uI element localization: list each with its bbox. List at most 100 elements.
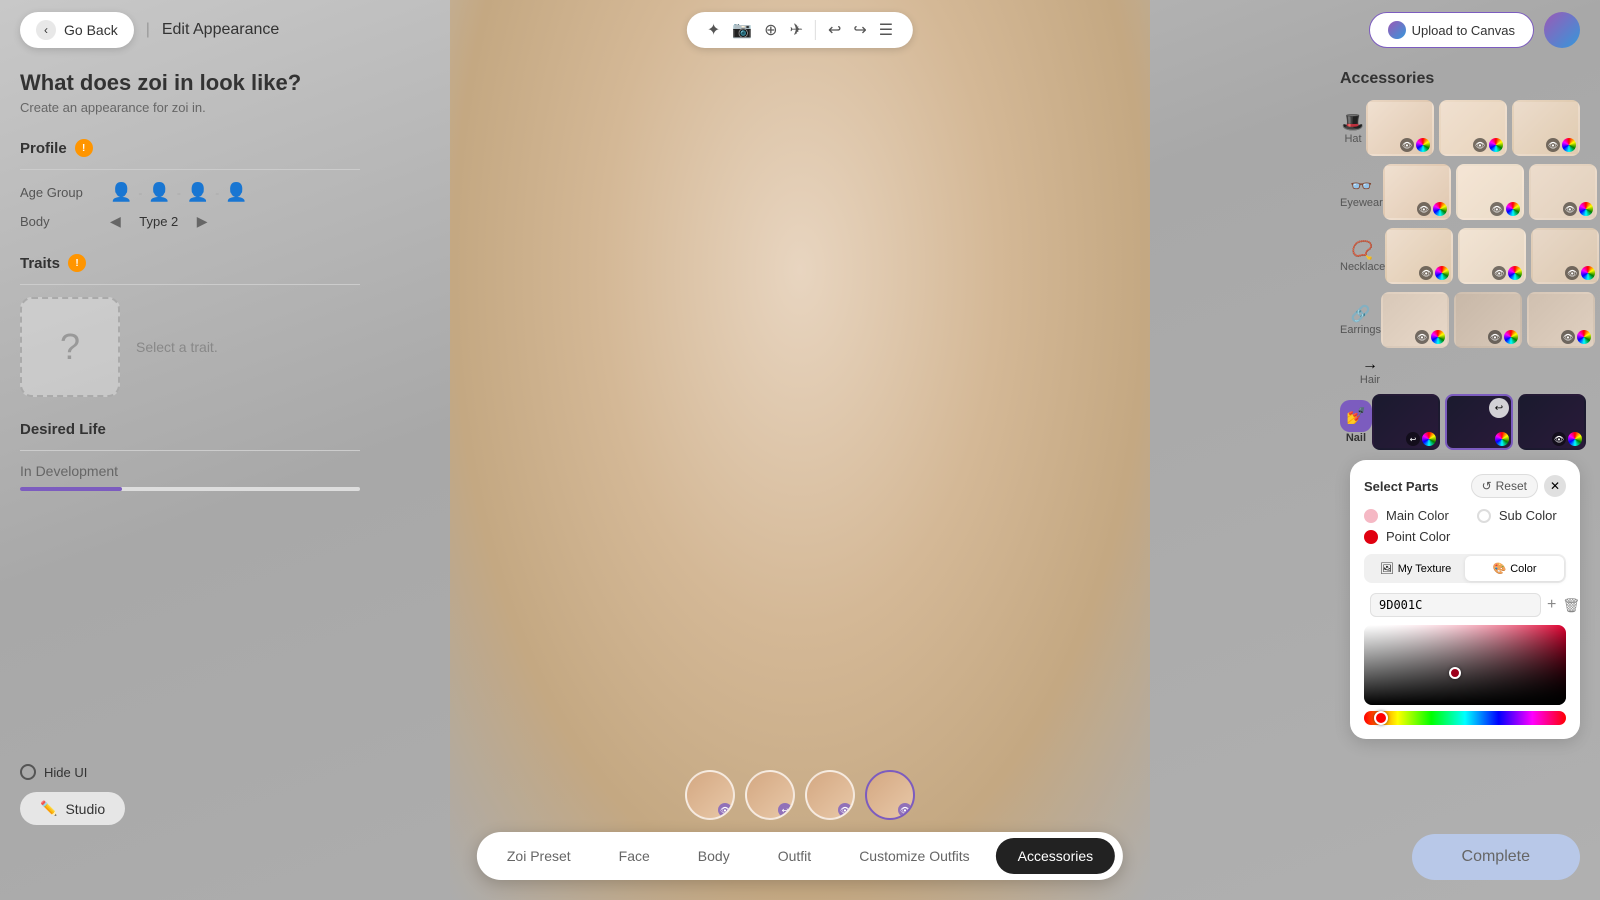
separator: | (146, 21, 150, 39)
transform-icon[interactable]: ✈ (790, 20, 803, 40)
age-senior-icon[interactable]: 👤 (225, 182, 247, 203)
studio-button[interactable]: ✏️ Studio (20, 792, 125, 825)
eyewear-item-3[interactable]: 👁 (1529, 164, 1597, 220)
top-bar: ‹ Go Back | Edit Appearance ✦ 📷 ⊕ ✈ ↩ ↪ … (0, 0, 1600, 60)
age-adult-icon[interactable]: 👤 (187, 182, 209, 203)
texture-tabs: 🖼 My Texture 🎨 Color (1364, 554, 1566, 583)
preview-thumb-3[interactable]: 👁 (805, 770, 855, 820)
nail-row: 💅 Nail ↩ ↩ 👁 (1340, 394, 1580, 450)
main-color-row: Main Color Sub Color (1364, 508, 1566, 523)
necklace-item-1[interactable]: 👁 (1385, 228, 1453, 284)
nail-item-3[interactable]: 👁 (1518, 394, 1586, 450)
body-next-button[interactable]: ▶ (197, 213, 208, 230)
nail-item-1[interactable]: ↩ (1372, 394, 1440, 450)
hair-nav-item[interactable]: → Hair (1340, 356, 1400, 386)
earrings-item-1[interactable]: 👁 (1381, 292, 1449, 348)
menu-icon[interactable]: ☰ (879, 20, 893, 40)
nail-selected-check: ↩ (1489, 398, 1509, 418)
hat-item-2[interactable]: 👁 (1439, 100, 1507, 156)
hat-item-3[interactable]: 👁 (1512, 100, 1580, 156)
tab-outfit[interactable]: Outfit (756, 838, 833, 874)
reset-label: Reset (1496, 479, 1527, 493)
point-color-radio[interactable] (1364, 530, 1378, 544)
desired-life-section: Desired Life In Development (20, 421, 360, 491)
back-button[interactable]: ‹ Go Back (20, 12, 134, 48)
earrings-nav-item[interactable]: 🔗 Earrings (1340, 304, 1381, 336)
eye-badge-2: 👁 (1473, 138, 1487, 152)
hue-bar[interactable] (1364, 711, 1566, 725)
progress-bar-container (20, 487, 360, 491)
hue-thumb[interactable] (1374, 711, 1388, 725)
traits-section: Traits ! ? Select a trait. (20, 254, 360, 397)
preview-thumb-4[interactable]: 👁 (865, 770, 915, 820)
color-options: Main Color Sub Color Point Color (1364, 508, 1566, 544)
main-color-radio[interactable] (1364, 509, 1378, 523)
delete-color-button[interactable]: 🗑 (1562, 597, 1580, 614)
eyewear-item-2[interactable]: 👁 (1456, 164, 1524, 220)
preview-thumb-1[interactable]: 👁 (685, 770, 735, 820)
nail-item-2[interactable]: ↩ (1445, 394, 1513, 450)
texture-tab-icon: 🖼 (1380, 562, 1394, 575)
tab-body[interactable]: Body (676, 838, 752, 874)
trait-select-text: Select a trait. (136, 339, 218, 355)
nail-icon: 💅 (1346, 408, 1366, 425)
color-panel-actions: ↺ Reset ✕ (1471, 474, 1566, 498)
preview-badge-4: 👁 (898, 803, 912, 817)
eye-badge-3: 👁 (1546, 138, 1560, 152)
hex-input[interactable] (1370, 593, 1541, 617)
tab-accessories[interactable]: Accessories (996, 838, 1115, 874)
tab-color[interactable]: 🎨 Color (1465, 556, 1564, 581)
hat-icon: 🎩 (1340, 112, 1366, 133)
camera-icon[interactable]: 📷 (732, 20, 752, 40)
trait-placeholder[interactable]: ? (20, 297, 120, 397)
hair-row: → Hair (1340, 356, 1580, 386)
hat-item-2-badges: 👁 (1473, 138, 1503, 152)
age-child-icon[interactable]: 👤 (110, 182, 132, 203)
complete-button[interactable]: Complete (1412, 834, 1580, 880)
eyewear-nav-item[interactable]: 👓 Eyewear (1340, 176, 1383, 209)
hair-label: Hair (1340, 374, 1400, 386)
body-prev-button[interactable]: ◀ (110, 213, 121, 230)
necklace-nav-item[interactable]: 📿 Necklace (1340, 240, 1385, 273)
close-button[interactable]: ✕ (1544, 475, 1566, 497)
hat-nav-item[interactable]: 🎩 Hat (1340, 112, 1366, 145)
intro-section: What does zoi in look like? Create an ap… (20, 70, 360, 115)
trait-question-icon: ? (60, 326, 80, 368)
profile-divider (20, 169, 360, 170)
necklace-item-3[interactable]: 👁 (1531, 228, 1599, 284)
upload-button[interactable]: Upload to Canvas (1369, 12, 1534, 48)
earrings-item-2[interactable]: 👁 (1454, 292, 1522, 348)
reset-button[interactable]: ↺ Reset (1471, 474, 1538, 498)
color-panel-header: Select Parts ↺ Reset ✕ (1364, 474, 1566, 498)
expand-icon[interactable]: ⊕ (764, 20, 777, 40)
eyewear-item-1[interactable]: 👁 (1383, 164, 1451, 220)
nail-nav-item[interactable]: 💅 Nail (1340, 400, 1372, 444)
hat-item-1[interactable]: 👁 (1366, 100, 1434, 156)
edit-icon[interactable]: ✦ (707, 20, 720, 40)
earrings-item-3[interactable]: 👁 (1527, 292, 1595, 348)
earrings-items: 👁 👁 👁 (1381, 292, 1595, 348)
sub-color-radio[interactable] (1477, 509, 1491, 523)
preview-badge-1: 👁 (718, 803, 732, 817)
hide-ui-radio[interactable] (20, 764, 36, 780)
accessories-grid-panel: Accessories 🎩 Hat 👁 👁 (1340, 70, 1580, 458)
age-young-icon[interactable]: 👤 (148, 182, 170, 203)
color-picker-thumb[interactable] (1449, 667, 1461, 679)
preview-thumb-2[interactable]: ↩ (745, 770, 795, 820)
character-viewport (450, 0, 1150, 900)
necklace-item-2[interactable]: 👁 (1458, 228, 1526, 284)
color-badge-2 (1489, 138, 1503, 152)
redo-icon[interactable]: ↪ (853, 20, 866, 40)
tab-customize-outfits[interactable]: Customize Outfits (837, 838, 991, 874)
tab-texture[interactable]: 🖼 My Texture (1366, 556, 1465, 581)
avatar[interactable] (1544, 12, 1580, 48)
tab-zoi-preset[interactable]: Zoi Preset (485, 838, 593, 874)
undo-icon[interactable]: ↩ (828, 20, 841, 40)
tab-face[interactable]: Face (597, 838, 672, 874)
age-group-label: Age Group (20, 185, 110, 200)
color-picker-gradient[interactable] (1364, 625, 1566, 705)
add-color-button[interactable]: + (1547, 596, 1556, 614)
profile-title: Profile (20, 140, 67, 157)
accessories-title: Accessories (1340, 70, 1580, 88)
necklace-label: Necklace (1340, 261, 1385, 273)
